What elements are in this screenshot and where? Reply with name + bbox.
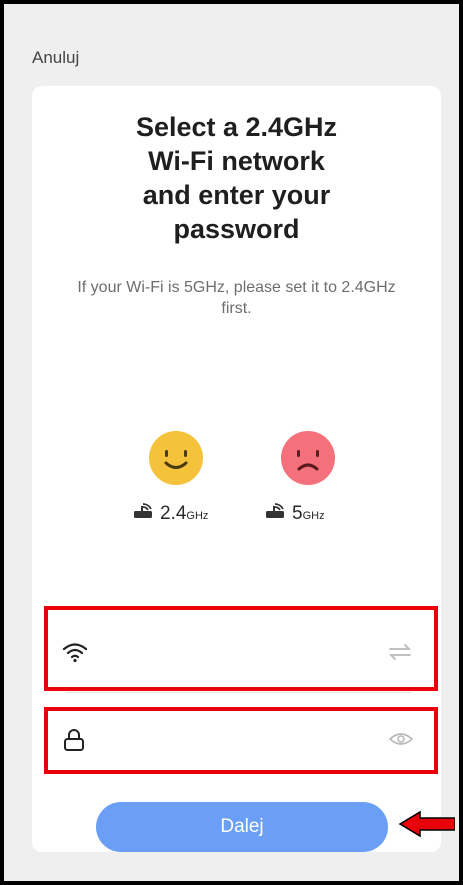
router-icon (132, 502, 154, 526)
password-field-highlight (44, 707, 438, 774)
red-arrow-icon (398, 810, 455, 843)
divider (66, 692, 411, 693)
band-value: 2.4 (160, 503, 187, 524)
subtitle: If your Wi-Fi is 5GHz, please set it to … (77, 279, 396, 317)
band-label: 5GHz (264, 502, 354, 526)
cancel-button[interactable]: Anuluj (32, 48, 79, 68)
band-unit: GHz (302, 510, 325, 523)
band-5ghz: 5GHz (264, 426, 354, 526)
title-line: and enter your (142, 180, 331, 210)
next-button[interactable]: Dalej (96, 802, 388, 852)
band-label: 2.4GHz (132, 502, 222, 526)
happy-face-icon (149, 431, 203, 485)
title-line: Wi-Fi network (148, 146, 325, 176)
wifi-field-highlight (44, 606, 438, 691)
band-value: 5 (292, 503, 303, 524)
band-2-4ghz: 2.4GHz (132, 426, 222, 526)
title-line: Select a 2.4GHz (135, 112, 338, 142)
band-unit: GHz (186, 510, 209, 523)
page-title: Select a 2.4GHz Wi-Fi network and enter … (32, 110, 441, 246)
screen: Anuluj Select a 2.4GHz Wi-Fi network and… (4, 4, 455, 877)
router-icon (264, 502, 286, 526)
sad-face-icon (281, 431, 335, 485)
title-line: password (173, 214, 300, 244)
